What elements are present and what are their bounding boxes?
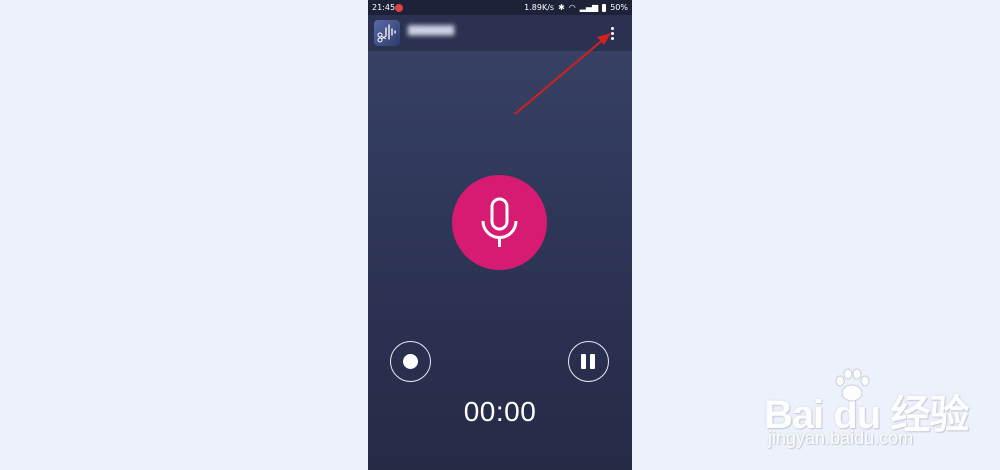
pause-icon-bar bbox=[590, 354, 595, 369]
record-button[interactable] bbox=[390, 341, 431, 382]
microphone-button[interactable] bbox=[452, 175, 547, 270]
app-title-blurred: ▇▇▇▇▇▇ bbox=[408, 25, 455, 36]
menu-dot bbox=[610, 31, 614, 35]
pause-icon bbox=[581, 354, 586, 369]
network-speed: 1.89K/s bbox=[524, 3, 555, 12]
status-indicators: 1.89K/s ✱ ◠ ▂▄▆ 50% bbox=[524, 0, 628, 15]
more-vertical-icon[interactable] bbox=[604, 23, 620, 43]
baidu-watermark: Bai du 经验 jingyan.baidu.com bbox=[764, 360, 994, 465]
menu-dot bbox=[610, 26, 614, 30]
bluetooth-icon: ✱ bbox=[558, 3, 565, 12]
pause-button[interactable] bbox=[568, 341, 609, 382]
status-time: 21:45 bbox=[372, 3, 396, 12]
app-bar: ▇▇▇▇▇▇ bbox=[368, 15, 632, 51]
audio-scissors-icon[interactable] bbox=[374, 20, 400, 46]
recording-timer: 00:00 bbox=[463, 396, 537, 427]
status-bar: 21:45 1.89K/s ✱ ◠ ▂▄▆ 50% bbox=[368, 0, 632, 15]
phone-screen: 21:45 1.89K/s ✱ ◠ ▂▄▆ 50% ▇▇▇▇▇▇ 00:00 bbox=[368, 0, 632, 470]
notification-icon bbox=[395, 4, 403, 12]
record-icon bbox=[403, 354, 418, 369]
battery-icon bbox=[602, 3, 607, 12]
watermark-url: jingyan.baidu.com bbox=[768, 428, 914, 448]
microphone-icon bbox=[481, 197, 518, 247]
paw-icon bbox=[835, 368, 870, 402]
battery-level: 50% bbox=[610, 3, 628, 12]
signal-icon: ▂▄▆ bbox=[579, 3, 599, 12]
wifi-icon: ◠ bbox=[568, 3, 576, 12]
menu-dot bbox=[610, 36, 614, 40]
